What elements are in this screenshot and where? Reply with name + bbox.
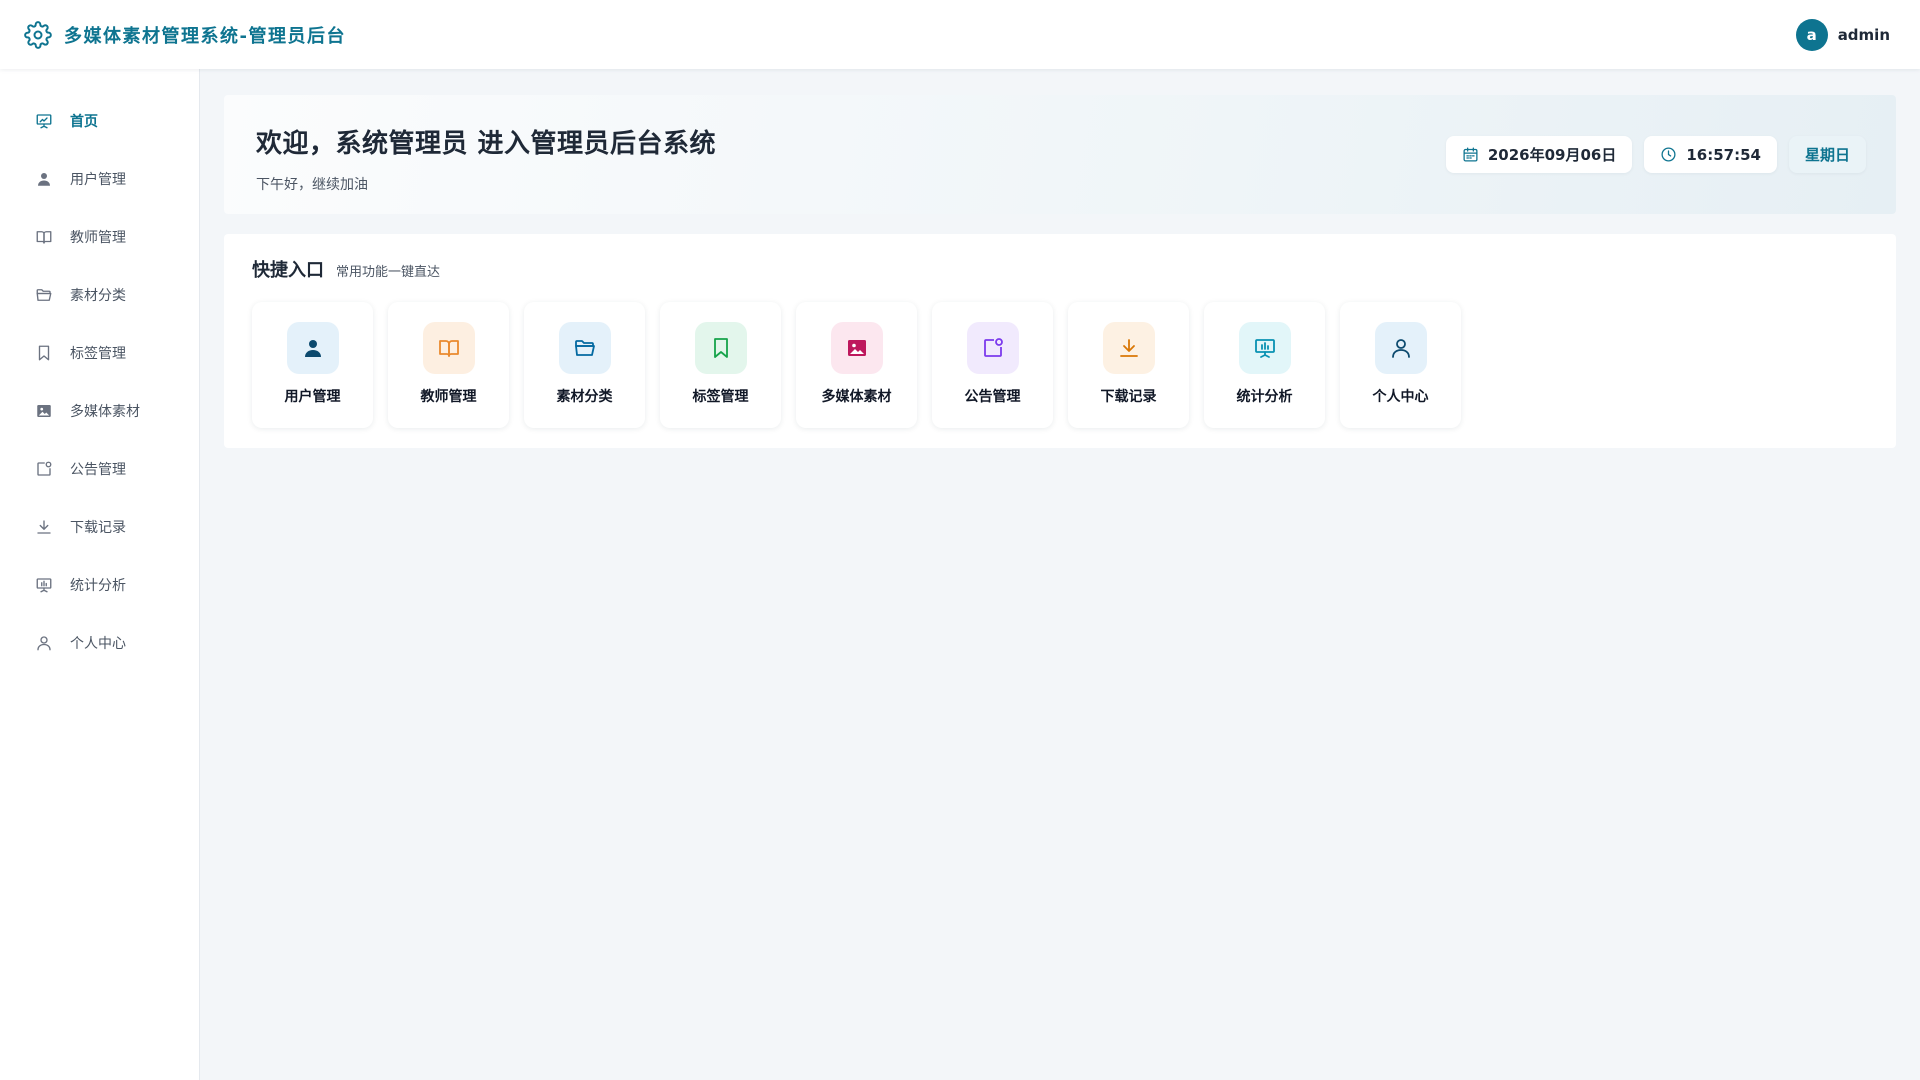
tile-label: 公告管理 [964,389,1021,405]
sidebar-item-profile[interactable]: 个人中心 [0,614,199,672]
quick-tile-downloads[interactable]: 下载记录 [1068,302,1189,428]
avatar[interactable]: a [1795,18,1828,51]
quick-access-tiles: 用户管理 教师管理 素材分类 标签管理 多媒体素材 公告管理 下载记录 统计分析… [252,302,1868,428]
quick-access-title: 快捷入口 [252,260,324,281]
weekday-text: 星期日 [1804,146,1850,164]
brand: 多媒体素材管理系统-管理员后台 [24,20,346,49]
person-icon [34,633,54,653]
book-icon [34,227,54,247]
quick-tile-categories[interactable]: 素材分类 [524,302,645,428]
sidebar-item-statistics[interactable]: 统计分析 [0,556,199,614]
sidebar-item-label: 个人中心 [70,636,126,652]
sidebar-item-label: 素材分类 [70,288,126,304]
username[interactable]: admin [1838,26,1890,44]
bookmark-icon [34,343,54,363]
image-icon [34,401,54,421]
date-chip: 2026年09月06日 [1445,136,1633,173]
tile-label: 下载记录 [1100,389,1157,405]
tile-label: 多媒体素材 [821,389,892,405]
quick-tile-statistics[interactable]: 统计分析 [1204,302,1325,428]
notice-icon [966,322,1019,374]
weekday-chip: 星期日 [1788,136,1866,173]
calendar-icon [1462,146,1479,163]
user-menu[interactable]: a admin [1795,18,1890,51]
sidebar-item-label: 多媒体素材 [70,404,140,420]
sidebar-item-label: 首页 [70,114,98,130]
tile-label: 个人中心 [1372,389,1429,405]
sidebar-item-label: 公告管理 [70,462,126,478]
clock-icon [1660,146,1677,163]
quick-access-subtitle: 常用功能一键直达 [336,265,441,280]
image-icon [830,322,883,374]
main-content: 欢迎，系统管理员 进入管理员后台系统 下午好，继续加油 2026年09月06日 … [224,95,1896,448]
welcome-subtitle: 下午好，继续加油 [256,177,368,193]
welcome-banner: 欢迎，系统管理员 进入管理员后台系统 下午好，继续加油 2026年09月06日 … [224,95,1896,214]
quick-access-header: 快捷入口 常用功能一键直达 [252,256,1868,282]
presentation-icon [34,111,54,131]
sidebar-item-tags[interactable]: 标签管理 [0,324,199,382]
folder-icon [558,322,611,374]
datetime-group: 2026年09月06日 16:57:54 星期日 [1445,136,1866,173]
tile-label: 标签管理 [692,389,749,405]
sidebar-item-categories[interactable]: 素材分类 [0,266,199,324]
sidebar-item-home[interactable]: 首页 [0,92,199,150]
time-chip: 16:57:54 [1644,136,1777,173]
quick-tile-profile[interactable]: 个人中心 [1340,302,1461,428]
gear-icon [24,20,52,49]
quick-tile-users[interactable]: 用户管理 [252,302,373,428]
sidebar-item-label: 下载记录 [70,520,126,536]
tile-label: 统计分析 [1236,389,1293,405]
sidebar-item-label: 统计分析 [70,578,126,594]
folder-icon [34,285,54,305]
download-icon [34,517,54,537]
quick-access-panel: 快捷入口 常用功能一键直达 用户管理 教师管理 素材分类 标签管理 多媒体素材 … [224,234,1896,448]
sidebar-item-label: 用户管理 [70,172,126,188]
quick-tile-notices[interactable]: 公告管理 [932,302,1053,428]
notice-icon [34,459,54,479]
quick-tile-media[interactable]: 多媒体素材 [796,302,917,428]
top-header: 多媒体素材管理系统-管理员后台 a admin [0,0,1920,69]
sidebar: 首页 用户管理 教师管理 素材分类 标签管理 多媒体素材 公告管理 下载记录 统… [0,69,200,1080]
time-text: 16:57:54 [1686,145,1761,164]
book-icon [422,322,475,374]
sidebar-item-downloads[interactable]: 下载记录 [0,498,199,556]
sidebar-item-media[interactable]: 多媒体素材 [0,382,199,440]
sidebar-item-users[interactable]: 用户管理 [0,150,199,208]
app-title: 多媒体素材管理系统-管理员后台 [64,25,346,47]
sidebar-item-label: 教师管理 [70,230,126,246]
chart-board-icon [34,575,54,595]
sidebar-item-label: 标签管理 [70,346,126,362]
bookmark-icon [694,322,747,374]
sidebar-item-teachers[interactable]: 教师管理 [0,208,199,266]
user-icon [34,169,54,189]
download-icon [1102,322,1155,374]
person-icon [1374,322,1427,374]
tile-label: 素材分类 [556,389,613,405]
chart-board-icon [1238,322,1291,374]
quick-tile-teachers[interactable]: 教师管理 [388,302,509,428]
tile-label: 用户管理 [284,389,341,405]
quick-tile-tags[interactable]: 标签管理 [660,302,781,428]
user-icon [286,322,339,374]
date-text: 2026年09月06日 [1487,146,1617,164]
sidebar-item-notices[interactable]: 公告管理 [0,440,199,498]
tile-label: 教师管理 [420,389,477,405]
